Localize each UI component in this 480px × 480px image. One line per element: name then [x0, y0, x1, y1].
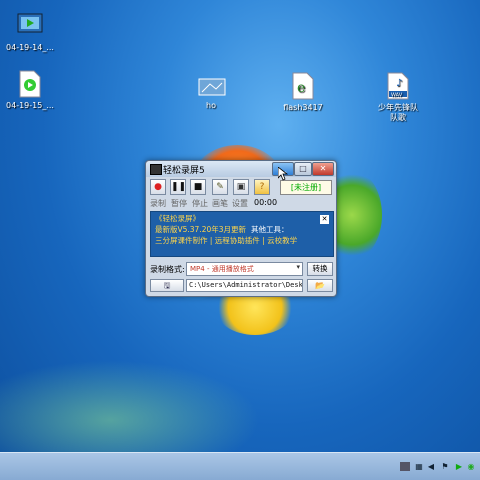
close-icon: ✕: [321, 215, 328, 223]
close-button[interactable]: ✕: [312, 162, 334, 176]
floppy-icon: 🖫: [163, 281, 171, 290]
stop-label: 停止: [192, 199, 208, 208]
image-file-icon: [198, 78, 226, 98]
recorder-toolbar: ● ❚❚ ■ ✎ ▣ ? [未注册]: [150, 179, 332, 197]
chevron-down-icon: ▾: [296, 263, 300, 271]
network-icon[interactable]: ▦: [414, 462, 424, 471]
pause-icon: ❚❚: [171, 182, 187, 192]
format-label: 录制格式:: [150, 265, 185, 274]
promo-close-button[interactable]: ✕: [320, 215, 329, 224]
settings-button[interactable]: ▣: [233, 179, 249, 195]
registration-status[interactable]: [未注册]: [280, 180, 332, 195]
recorder-tray-icon[interactable]: ▶: [454, 462, 464, 471]
save-path-field[interactable]: C:\Users\Administrator\Desktop\(: [186, 279, 303, 292]
record-button[interactable]: ●: [150, 179, 166, 195]
taskbar: ▦ ◀ ⚑ ▶ ◉: [0, 452, 480, 480]
open-folder-button[interactable]: 📂: [307, 279, 333, 292]
promo-panel: 《轻松录屏》 最新版V5.37.20年3月更新 其他工具： 三分屏课件制作 | …: [150, 211, 334, 257]
question-icon: ?: [259, 182, 265, 192]
desktop-icon-label: ho: [206, 101, 216, 110]
format-value: MP4 - 通用播放格式: [190, 265, 254, 273]
desktop-icon-video-1[interactable]: 04-19-14_...: [0, 12, 60, 53]
system-tray: ▦ ◀ ⚑ ▶ ◉: [400, 457, 480, 475]
format-select[interactable]: MP4 - 通用播放格式 ▾: [186, 262, 303, 276]
flag-icon[interactable]: ⚑: [440, 462, 450, 471]
svg-text:e: e: [297, 80, 305, 96]
desktop-icon-wav[interactable]: ♪ WAV 少年先锋队 队歌: [368, 72, 428, 123]
volume-icon[interactable]: ◀: [426, 462, 436, 471]
record-icon: ●: [154, 182, 162, 192]
maximize-button[interactable]: □: [294, 162, 312, 176]
desktop-icon-label: 04-19-15_...: [6, 101, 54, 110]
mouse-cursor-icon: [278, 167, 288, 181]
video-file-icon: [17, 12, 43, 40]
stop-button[interactable]: ■: [190, 179, 206, 195]
desktop: 04-19-14_... 04-19-15_... ho e flash3417…: [0, 0, 480, 480]
draw-button[interactable]: ✎: [212, 179, 228, 195]
record-label: 录制: [150, 199, 166, 208]
keyboard-icon[interactable]: [400, 462, 410, 471]
wav-audio-file-icon: ♪ WAV: [385, 72, 411, 100]
desktop-icon-label: flash3417: [283, 103, 323, 112]
promo-version[interactable]: 最新版V5.37.20年3月更新: [155, 224, 246, 235]
record-timer: 00:00: [254, 198, 278, 207]
desktop-icon-label: 少年先锋队 队歌: [378, 103, 418, 122]
promo-links[interactable]: 三分屏课件制作 | 远程协助插件 | 云校教学: [155, 235, 297, 246]
folder-icon: 📂: [315, 281, 325, 290]
desktop-icon-label: 04-19-14_...: [6, 43, 54, 52]
desktop-icon-ho[interactable]: ho: [181, 78, 241, 111]
promo-other-tools: 其他工具：: [251, 225, 289, 234]
pause-label: 暂停: [171, 199, 187, 208]
screen-recorder-window[interactable]: 轻松录屏5 ▁ □ ✕ ● ❚❚ ■ ✎ ▣ ? [未注册] 录制 暂停 停止 …: [145, 160, 337, 297]
convert-button[interactable]: 转换: [307, 262, 333, 276]
svg-text:WAV: WAV: [391, 93, 403, 99]
save-path-value: C:\Users\Administrator\Desktop\(: [189, 281, 303, 289]
promo-title[interactable]: 《轻松录屏》: [155, 213, 200, 224]
help-button[interactable]: ?: [254, 179, 270, 195]
draw-label: 画笔: [212, 199, 228, 208]
settings-label: 设置: [232, 199, 248, 208]
toolbar-labels: 录制 暂停 停止 画笔 设置 00:00: [150, 198, 332, 209]
stop-icon: ■: [193, 182, 203, 192]
window-titlebar[interactable]: 轻松录屏5 ▁ □ ✕: [146, 161, 336, 177]
app-icon: [150, 164, 162, 175]
pen-icon: ✎: [216, 182, 224, 192]
window-title: 轻松录屏5: [163, 166, 205, 176]
svg-text:♪: ♪: [396, 78, 402, 89]
maximize-icon: □: [299, 164, 307, 173]
power-icon[interactable]: ◉: [466, 462, 476, 471]
desktop-icon-flash3417[interactable]: e flash3417: [273, 72, 333, 113]
picture-icon: ▣: [236, 182, 246, 192]
pause-button[interactable]: ❚❚: [170, 179, 186, 195]
desktop-icon-video-2[interactable]: 04-19-15_...: [0, 70, 60, 111]
save-path-button[interactable]: 🖫: [150, 279, 184, 292]
media-file-icon: [17, 70, 43, 98]
ie-html-file-icon: e: [290, 72, 316, 100]
close-icon: ✕: [319, 164, 327, 173]
